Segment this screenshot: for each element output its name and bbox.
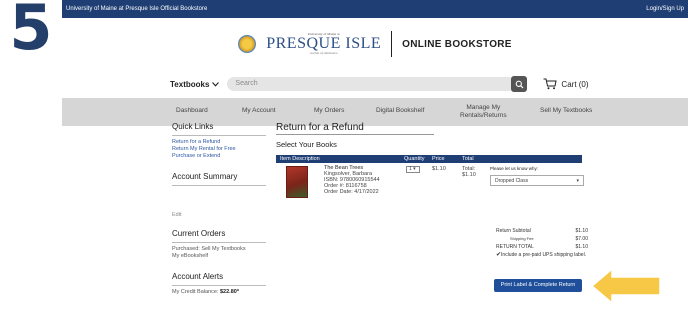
col-item-description: Item Description xyxy=(280,156,320,162)
category-dropdown[interactable]: Textbooks xyxy=(170,79,220,89)
col-total: Total xyxy=(462,156,474,162)
nav-dashboard[interactable]: Dashboard xyxy=(176,107,208,114)
credit-label: My Credit Balance: xyxy=(172,289,219,295)
university-seal-icon xyxy=(238,35,257,53)
cart-label: Cart (0) xyxy=(561,79,589,89)
quick-links-heading: Quick Links xyxy=(172,122,266,136)
logo-divider xyxy=(391,31,393,57)
book-price: $1.10 xyxy=(432,166,446,172)
reason-value: Dropped Class xyxy=(495,178,529,184)
university-logo[interactable]: University of Maine at PRESQUE ISLE worl… xyxy=(266,32,382,56)
logo-name: PRESQUE ISLE xyxy=(266,35,382,52)
site-title[interactable]: University of Maine at Presque Isle Offi… xyxy=(66,6,207,12)
cart-link[interactable]: Cart (0) xyxy=(543,78,589,90)
subtotal-label: Return Subtotal xyxy=(496,228,531,234)
logo-tagline: worlds of Ambiance xyxy=(309,51,338,55)
sidebar: Quick Links Return for a Refund Return M… xyxy=(172,122,266,296)
arrow-pointer-icon xyxy=(590,267,661,305)
nav-my-orders[interactable]: My Orders xyxy=(314,107,344,114)
nav-digital-bookshelf[interactable]: Digital Bookshelf xyxy=(376,107,424,114)
return-total-value: $1.10 xyxy=(575,244,588,250)
link-return-rental[interactable]: Return My Rental for Free xyxy=(172,146,266,153)
credit-value: $22.80* xyxy=(220,289,239,295)
bookstore-title: ONLINE BOOKSTORE xyxy=(402,38,512,50)
account-alerts-heading: Account Alerts xyxy=(172,272,266,286)
col-price: Price xyxy=(432,156,445,162)
return-reason-select[interactable]: Dropped Class ▾ xyxy=(490,175,584,186)
page-title: Return for a Refund xyxy=(276,122,434,135)
shipping-value: $7.00 xyxy=(575,236,588,242)
return-total-label: RETURN TOTAL xyxy=(496,244,534,250)
search-input[interactable]: Search xyxy=(227,77,516,91)
login-link[interactable]: Login/Sign Up xyxy=(646,6,684,12)
nav-manage-line1: Manage My xyxy=(466,104,501,111)
cart-icon xyxy=(543,78,558,90)
current-orders-heading: Current Orders xyxy=(172,229,266,243)
browser-page: University of Maine at Presque Isle Offi… xyxy=(62,0,688,320)
book-cover-image xyxy=(286,166,308,198)
current-order-item[interactable]: My eBookshelf xyxy=(172,253,266,260)
col-quantity: Quantity xyxy=(404,156,425,162)
shipping-label: Shipping Fee xyxy=(510,236,534,241)
subtotal-row: Return Subtotal $1.10 xyxy=(496,227,588,235)
table-row: The Bean Trees Kingsolver, Barbara ISBN:… xyxy=(276,163,584,213)
shipping-row: Shipping Fee $7.00 xyxy=(496,235,588,243)
quantity-value: 1 xyxy=(409,166,412,172)
credit-balance: My Credit Balance: $22.80* xyxy=(172,289,266,296)
link-purchase-extend[interactable]: Purchase or Extend xyxy=(172,153,266,160)
nav-manage-rentals[interactable]: Manage My Rentals/Returns xyxy=(460,104,507,120)
step-number: 5 xyxy=(9,0,53,64)
book-details: The Bean Trees Kingsolver, Barbara ISBN:… xyxy=(324,165,402,195)
reason-prompt: Please let us know why: xyxy=(490,166,539,171)
search-row: Textbooks Search Cart (0) xyxy=(62,70,688,98)
nav-my-account[interactable]: My Account xyxy=(242,107,276,114)
top-bar: University of Maine at Presque Isle Offi… xyxy=(62,0,688,18)
subtotal-value: $1.10 xyxy=(575,228,588,234)
book-order-date: Order Date: 4/17/2022 xyxy=(324,189,379,195)
chevron-down-icon: ▾ xyxy=(576,178,579,184)
return-summary: Return Subtotal $1.10 Shipping Fee $7.00 R… xyxy=(496,227,588,258)
search-button[interactable] xyxy=(511,76,528,92)
logo-row: University of Maine at PRESQUE ISLE worl… xyxy=(62,18,688,70)
book-total: Total: $1.10 xyxy=(462,166,476,178)
return-total-row: RETURN TOTAL $1.10 xyxy=(496,243,588,251)
category-label: Textbooks xyxy=(170,79,210,89)
table-header: Item Description Quantity Price Total xyxy=(276,155,582,163)
current-order-item[interactable]: Purchased: Sell My Textbooks xyxy=(172,246,266,253)
account-summary-heading: Account Summary xyxy=(172,172,266,186)
main-content: Return for a Refund Select Your Books It… xyxy=(276,122,584,213)
book-total-value: $1.10 xyxy=(462,172,476,178)
search-icon xyxy=(515,80,524,88)
link-return-refund[interactable]: Return for a Refund xyxy=(172,139,266,146)
dropdown-arrow-icon: ▾ xyxy=(413,166,416,172)
nav-manage-line2: Rentals/Returns xyxy=(460,112,507,119)
edit-link[interactable]: Edit xyxy=(172,212,266,219)
ups-label-checkbox[interactable]: ✔Include a pre-paid UPS shipping label. xyxy=(496,252,588,258)
quantity-select[interactable]: 1 ▾ xyxy=(406,166,420,173)
checkbox-label: Include a pre-paid UPS shipping label. xyxy=(501,252,587,258)
nav-sell-textbooks[interactable]: Sell My Textbooks xyxy=(540,107,592,114)
print-label-button[interactable]: Print Label & Complete Return xyxy=(494,279,582,292)
section-subtitle: Select Your Books xyxy=(276,140,337,149)
chevron-down-icon xyxy=(212,81,220,87)
